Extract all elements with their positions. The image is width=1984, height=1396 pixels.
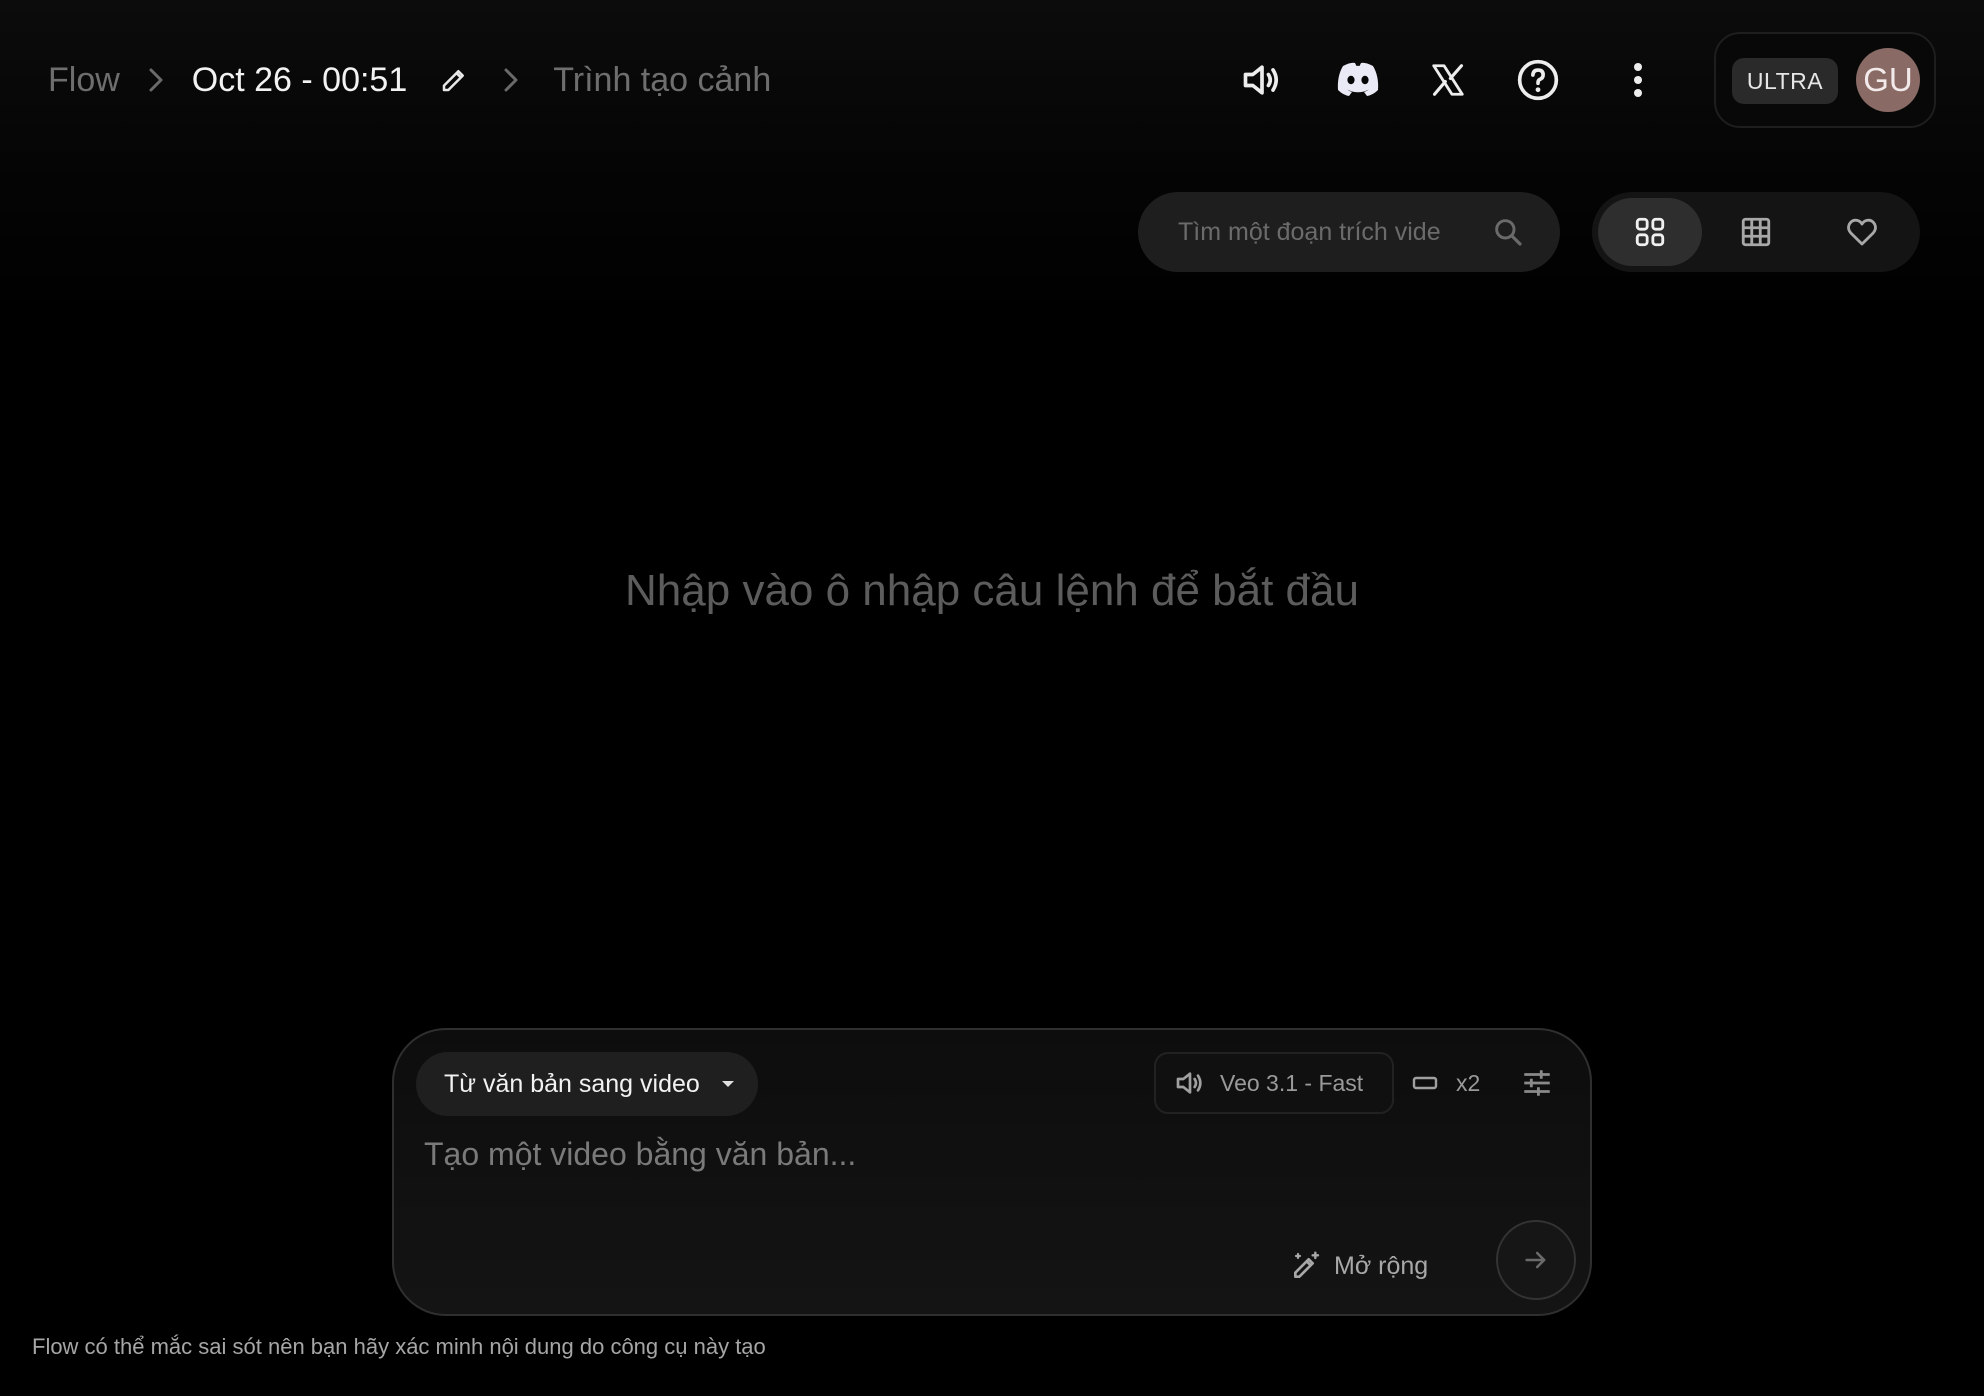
favorite-icon [1847,218,1877,246]
breadcrumb: Flow Oct 26 - 00:51 Trình tạo cảnh [48,52,771,108]
search-icon[interactable] [1492,216,1524,248]
generation-mode-dropdown[interactable]: Từ văn bản sang video [416,1052,758,1116]
x-logo-icon[interactable] [1412,44,1484,116]
search-input[interactable] [1178,217,1440,247]
flow-page: Flow Oct 26 - 00:51 Trình tạo cảnh ULTRA… [0,0,1984,1396]
generation-mode-label: Từ văn bản sang video [444,1069,700,1098]
pencil-icon [443,70,465,92]
aspect-ratio-icon [1412,1076,1438,1090]
help-icon[interactable] [1502,44,1574,116]
more-vert-icon[interactable] [1602,44,1674,116]
send-button[interactable] [1496,1220,1576,1300]
aspect-count-selector[interactable]: x2 [1412,1052,1498,1114]
discord-icon[interactable] [1322,44,1394,116]
tune-icon [1524,1070,1550,1096]
avatar[interactable]: GU [1856,48,1920,112]
chevron-right-icon [120,52,192,108]
search-box [1138,192,1560,272]
plan-badge: ULTRA [1732,58,1838,104]
expand-label: Mở rộng [1334,1251,1429,1280]
empty-state-message: Nhập vào ô nhập câu lệnh để bắt đầu [625,566,1359,615]
account-box: ULTRA GU [1714,32,1936,128]
grid-large-icon [1635,217,1665,247]
top-header: Flow Oct 26 - 00:51 Trình tạo cảnh ULTRA… [0,0,1984,160]
settings-button[interactable] [1506,1052,1568,1114]
chevron-right-icon [469,52,553,108]
caret-down-icon [722,1081,734,1087]
project-title: Oct 26 - 00:51 [191,60,408,99]
magic-wand-icon [1294,1251,1320,1278]
grid-small-icon [1741,217,1771,247]
prompt-input[interactable] [424,1136,1524,1196]
model-label: Veo 3.1 - Fast [1220,1069,1364,1096]
disclaimer-text: Flow có thể mắc sai sót nên bạn hãy xác … [32,1334,766,1359]
grid-small-view-button[interactable] [1704,198,1808,266]
edit-title-button[interactable] [407,52,469,108]
breadcrumb-scene-builder[interactable]: Trình tạo cảnh [553,61,771,100]
model-selector[interactable]: Veo 3.1 - Fast [1154,1052,1394,1114]
arrow-right-icon [1525,1251,1546,1269]
grid-large-view-button[interactable] [1598,198,1702,266]
expand-prompt-button[interactable]: Mở rộng [1290,1238,1440,1294]
view-mode-toggle [1592,192,1920,272]
volume-icon [1176,1072,1202,1094]
prompt-composer: Từ văn bản sang video Veo 3.1 - Fast x2 … [392,1028,1592,1316]
volume-icon[interactable] [1226,44,1298,116]
breadcrumb-flow-link[interactable]: Flow [48,61,120,100]
favorites-view-button[interactable] [1810,198,1914,266]
output-count-label: x2 [1456,1069,1481,1096]
